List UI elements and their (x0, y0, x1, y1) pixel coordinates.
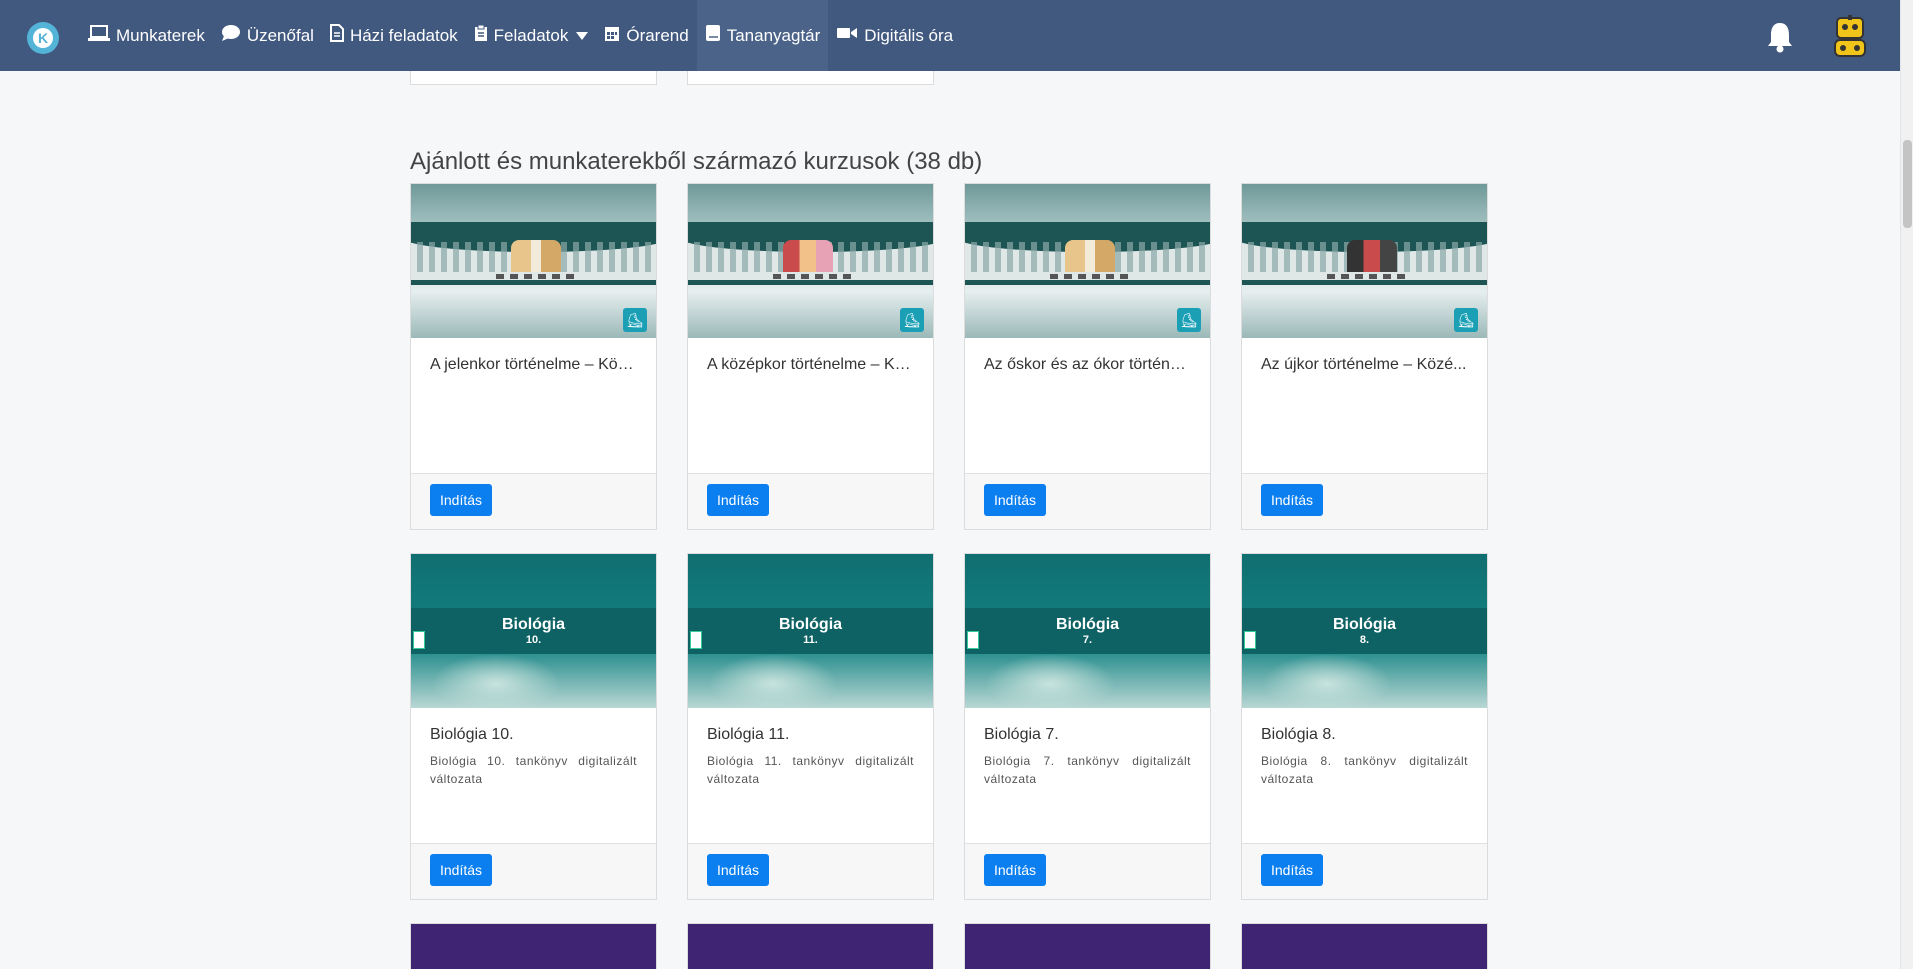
course-banner[interactable]: Biológia 11. (688, 554, 933, 708)
banner-number: 7. (1082, 634, 1093, 646)
course-card: Biológia 11. Biológia 11. Biológia 11. t… (687, 553, 934, 900)
banner-title: Biológia (778, 616, 843, 633)
start-button[interactable]: Indítás (1261, 484, 1324, 516)
card-partial (410, 71, 657, 85)
start-button[interactable]: Indítás (430, 854, 493, 886)
course-type-icon: ⛸ (900, 308, 924, 332)
top-navbar: K Munkaterek Üzenőfal Házi feladatok Fel… (0, 0, 1900, 71)
nav-label: Digitális óra (864, 25, 954, 45)
nav-hazi-feladatok[interactable]: Házi feladatok (322, 0, 466, 71)
banner-number: 8. (1359, 634, 1370, 646)
card-title: Biológia 11. (707, 726, 790, 743)
card-title: Biológia 10. (430, 726, 514, 743)
chat-icon (221, 24, 241, 47)
nav-label: Üzenőfal (246, 25, 314, 45)
course-card: Biológia 8. Biológia 8. Biológia 8. tank… (1241, 553, 1488, 900)
card-description: Biológia 7. tankönyv digitalizált változ… (984, 754, 1191, 786)
card-title: A középkor történelme – Kö... (707, 356, 914, 373)
start-button[interactable]: Indítás (707, 854, 770, 886)
start-button[interactable]: Indítás (1261, 854, 1324, 886)
start-button[interactable]: Indítás (984, 484, 1047, 516)
course-banner-partial[interactable] (410, 923, 657, 969)
banner-title: Biológia (1055, 616, 1120, 633)
course-banner-partial[interactable] (964, 923, 1211, 969)
section-title: Ajánlott és munkaterekből származó kurzu… (410, 148, 983, 175)
course-card: Biológia 7. Biológia 7. Biológia 7. tank… (964, 553, 1211, 900)
logo-letter: K (33, 28, 53, 48)
course-banner[interactable]: ⛸ (965, 184, 1210, 338)
course-banner-partial[interactable] (1241, 923, 1488, 969)
banner-number: 10. (525, 634, 542, 646)
card-partial (687, 71, 934, 85)
start-button[interactable]: Indítás (430, 484, 493, 516)
scrollbar-thumb[interactable] (1903, 140, 1912, 228)
course-banner[interactable]: ⛸ (1242, 184, 1487, 338)
course-banner-partial[interactable] (687, 923, 934, 969)
nav-orarend[interactable]: Órarend (596, 0, 696, 71)
clipboard-icon (474, 24, 488, 47)
start-button[interactable]: Indítás (984, 854, 1047, 886)
course-type-icon: ⛸ (1177, 308, 1201, 332)
book-icon (705, 24, 721, 47)
nav-label: Házi feladatok (349, 25, 458, 45)
card-description: Biológia 10. tankönyv digitalizált válto… (430, 754, 637, 786)
video-icon (836, 25, 858, 46)
course-banner[interactable]: Biológia 8. (1242, 554, 1487, 708)
chevron-down-icon (576, 31, 589, 40)
course-type-icon: ⛸ (1454, 308, 1478, 332)
card-title: Biológia 8. (1261, 726, 1336, 743)
course-card: ⛸ A középkor történelme – Kö... Indítás (687, 183, 934, 530)
bell-icon[interactable] (1765, 20, 1795, 54)
main-nav: Munkaterek Üzenőfal Házi feladatok Felad… (80, 0, 961, 71)
card-title: Az őskor és az ókor történel... (984, 356, 1191, 373)
app-logo[interactable]: K (27, 22, 59, 54)
course-type-icon: ⛸ (623, 308, 647, 332)
nav-label: Tananyagtár (726, 25, 821, 45)
document-icon (329, 24, 344, 47)
nav-tananyagtar[interactable]: Tananyagtár (696, 0, 829, 71)
banner-title: Biológia (501, 616, 566, 633)
laptop-icon (88, 24, 110, 47)
course-card: Biológia 10. Biológia 10. Biológia 10. t… (410, 553, 657, 900)
course-card: ⛸ A jelenkor történelme – Köz... Indítás (410, 183, 657, 530)
nav-feladatok[interactable]: Feladatok (466, 0, 597, 71)
card-description: Biológia 8. tankönyv digitalizált változ… (1261, 754, 1468, 786)
nav-label: Feladatok (493, 25, 569, 45)
course-card: ⛸ Az újkor történelme – Közé... Indítás (1241, 183, 1488, 530)
course-banner[interactable]: Biológia 7. (965, 554, 1210, 708)
course-banner[interactable]: ⛸ (688, 184, 933, 338)
card-title: Az újkor történelme – Közé... (1261, 356, 1467, 373)
avatar[interactable] (1827, 14, 1873, 60)
nav-label: Órarend (626, 25, 689, 45)
banner-title: Biológia (1332, 616, 1397, 633)
calendar-icon (604, 24, 620, 47)
course-banner[interactable]: ⛸ (411, 184, 656, 338)
course-banner[interactable]: Biológia 10. (411, 554, 656, 708)
card-title: Biológia 7. (984, 726, 1059, 743)
page-scrollbar[interactable] (1900, 0, 1913, 969)
nav-uzenofal[interactable]: Üzenőfal (213, 0, 322, 71)
banner-number: 11. (803, 634, 818, 646)
course-card: ⛸ Az őskor és az ókor történel... Indítá… (964, 183, 1211, 530)
nav-label: Munkaterek (116, 25, 205, 45)
nav-digitalis-ora[interactable]: Digitális óra (828, 0, 961, 71)
nav-munkaterek[interactable]: Munkaterek (80, 0, 213, 71)
card-description: Biológia 11. tankönyv digitalizált válto… (707, 754, 914, 786)
card-title: A jelenkor történelme – Köz... (430, 356, 637, 373)
start-button[interactable]: Indítás (707, 484, 770, 516)
